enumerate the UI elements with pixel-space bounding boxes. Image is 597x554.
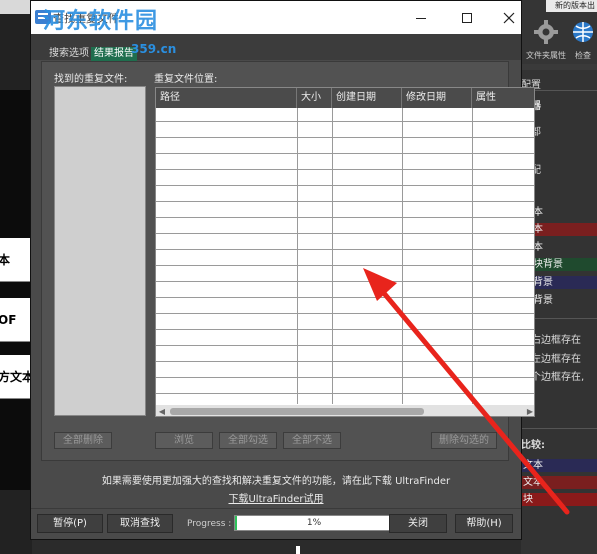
help-button[interactable]: 帮助(H): [455, 514, 513, 533]
column-header-modified[interactable]: 修改日期: [402, 88, 472, 108]
divider: [521, 428, 597, 429]
divider: [31, 508, 521, 509]
minimize-icon: [416, 17, 426, 19]
table-row[interactable]: [156, 137, 534, 138]
gear-tool-label: 文件夹属性: [526, 51, 566, 60]
maximize-button[interactable]: [447, 1, 487, 34]
globe-icon[interactable]: [569, 18, 597, 46]
column-divider: [472, 108, 473, 404]
column-divider: [402, 108, 403, 404]
table-row[interactable]: [156, 217, 534, 218]
found-files-list[interactable]: [54, 86, 146, 416]
gear-icon[interactable]: [532, 18, 560, 46]
bg-color-row[interactable]: 块: [521, 493, 597, 506]
table-row[interactable]: [156, 297, 534, 298]
column-header-path[interactable]: 路径: [156, 88, 297, 108]
check-all-button[interactable]: 全部勾选: [219, 432, 277, 449]
file-locations-label: 重复文件位置:: [154, 74, 218, 85]
title-bar[interactable]: 查找重复文件 河东软件园: [31, 1, 521, 34]
duplicate-finder-dialog: 查找重复文件 河东软件园 搜索选项 结果报告 359.cn 找到的重复文件: 重…: [30, 0, 535, 540]
table-row[interactable]: [156, 329, 534, 330]
column-header-attributes[interactable]: 属性: [472, 88, 534, 108]
table-row[interactable]: [156, 281, 534, 282]
table-row[interactable]: [156, 153, 534, 154]
close-button[interactable]: 关闭: [389, 514, 447, 533]
progress-percent: 1%: [306, 518, 322, 528]
pause-button[interactable]: 暂停(P): [37, 514, 103, 533]
delete-all-button[interactable]: 全部删除: [54, 432, 112, 449]
column-divider: [297, 108, 298, 404]
bg-color-row[interactable]: 文本: [521, 476, 597, 489]
download-ultrafinder-link[interactable]: 下载UltraFinder试用: [228, 494, 323, 505]
delete-checked-button[interactable]: 删除勾选的: [431, 432, 497, 449]
tab-search-options[interactable]: 搜索选项: [46, 47, 92, 61]
browse-button[interactable]: 浏览: [155, 432, 213, 449]
table-header: 路径 大小 创建日期 修改日期 属性: [156, 88, 534, 108]
background-left-button-1[interactable]: 本: [0, 238, 30, 282]
table-row[interactable]: [156, 345, 534, 346]
table-row[interactable]: [156, 201, 534, 202]
table-row[interactable]: [156, 249, 534, 250]
horizontal-scrollbar[interactable]: ◀ ▶: [156, 405, 534, 416]
table-row[interactable]: [156, 393, 534, 394]
new-version-notice[interactable]: 新的版本出: [546, 0, 597, 12]
found-files-label: 找到的重复文件:: [54, 74, 128, 85]
table-row[interactable]: [156, 233, 534, 234]
background-left-button-2[interactable]: OF: [0, 298, 30, 342]
background-left-button-3[interactable]: 方文本: [0, 355, 30, 399]
download-link-row: 下载UltraFinder试用: [31, 490, 521, 505]
progress-label: Progress :: [187, 519, 232, 529]
scroll-left-icon[interactable]: ◀: [156, 405, 168, 416]
column-header-size[interactable]: 大小: [297, 88, 332, 108]
background-left-dark: [0, 90, 30, 490]
bg-color-row[interactable]: 文本: [521, 459, 597, 472]
minimize-button[interactable]: [401, 1, 441, 34]
table-row[interactable]: [156, 121, 534, 122]
scroll-thumb[interactable]: [170, 408, 424, 415]
column-header-created[interactable]: 创建日期: [332, 88, 402, 108]
progress-bar: 1%: [234, 515, 394, 531]
cancel-search-button[interactable]: 取消查找: [107, 514, 173, 533]
table-row[interactable]: [156, 185, 534, 186]
close-icon: [503, 12, 515, 23]
table-row[interactable]: [156, 361, 534, 362]
maximize-icon: [462, 12, 472, 23]
scroll-right-icon[interactable]: ▶: [524, 405, 534, 416]
mouse-cursor: [296, 546, 300, 554]
table-row[interactable]: [156, 265, 534, 266]
uncheck-all-button[interactable]: 全部不选: [283, 432, 341, 449]
table-row[interactable]: [156, 313, 534, 314]
column-divider: [332, 108, 333, 404]
file-locations-table[interactable]: 路径 大小 创建日期 修改日期 属性 ◀ ▶: [155, 87, 535, 417]
watermark-logo: 河东软件园: [43, 8, 159, 34]
table-row[interactable]: [156, 169, 534, 170]
close-window-button[interactable]: [489, 1, 529, 34]
ultrafinder-info-text: 如果需要使用更加强大的查找和解决重复文件的功能，请在此下载 UltraFinde…: [101, 476, 451, 487]
table-row[interactable]: [156, 377, 534, 378]
bg-section-compare-2: 比较:: [521, 440, 545, 451]
globe-tool-label: 检查: [575, 51, 591, 60]
watermark-site: 359.cn: [131, 42, 177, 56]
